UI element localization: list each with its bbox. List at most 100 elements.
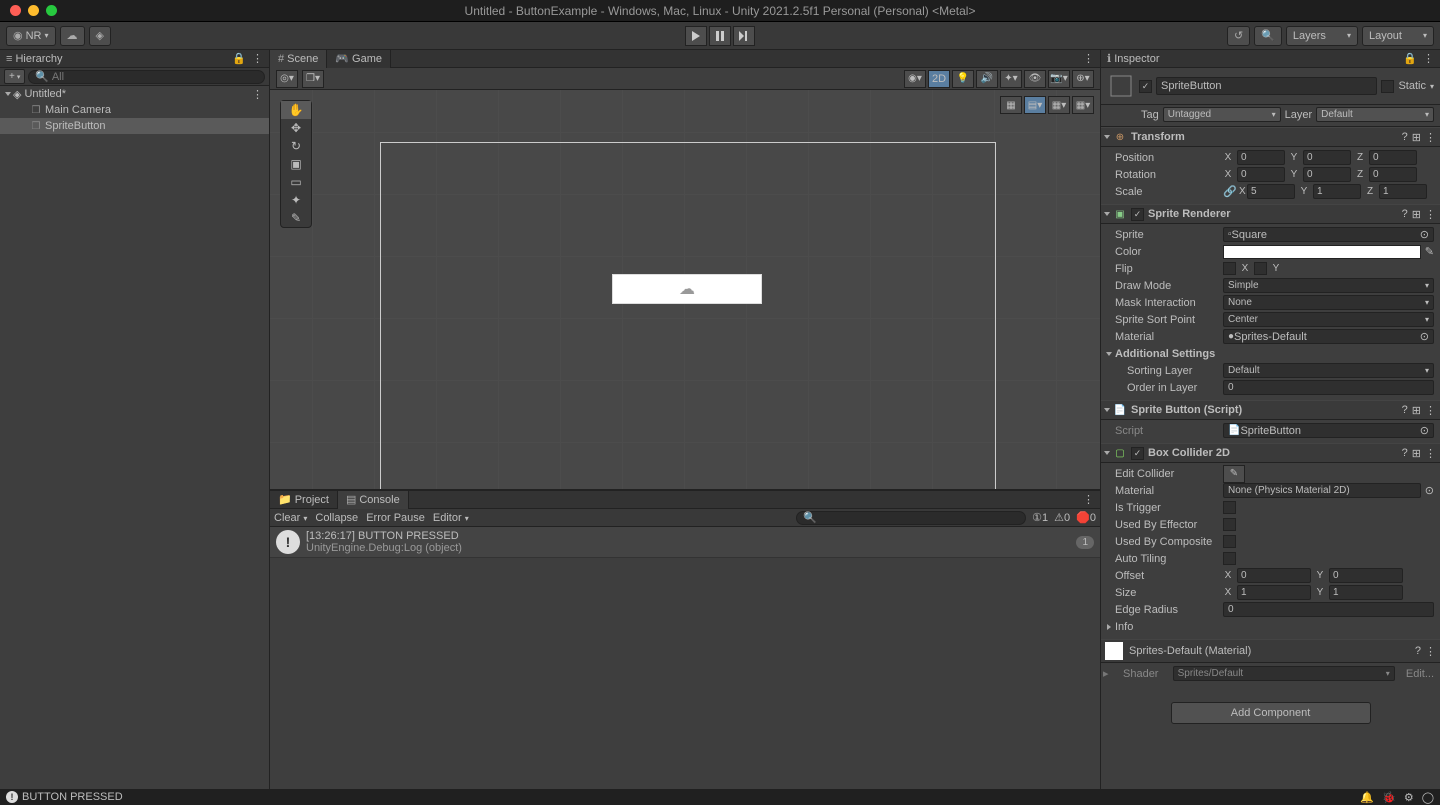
global-search-button[interactable]: 🔍: [1254, 26, 1282, 46]
sprite-in-scene[interactable]: ☁: [612, 274, 762, 304]
editor-dropdown[interactable]: Editor ▾: [433, 512, 469, 524]
eyedropper-icon[interactable]: ✎: [1425, 245, 1434, 258]
scl-x-input[interactable]: 5: [1247, 184, 1295, 199]
scene-view[interactable]: ☁ ✋ ✥ ↻ ▣ ▭ ✦ ✎ ▦ ▤▾ ▦▾ ▦▾: [270, 90, 1100, 489]
pos-y-input[interactable]: 0: [1303, 150, 1351, 165]
error-pause-button[interactable]: Error Pause: [366, 512, 425, 524]
flip-x-checkbox[interactable]: [1223, 262, 1236, 275]
inspector-tab[interactable]: ℹ Inspector 🔒⋮: [1101, 50, 1440, 68]
offset-x-input[interactable]: 0: [1237, 568, 1311, 583]
tab-menu-icon[interactable]: ⋮: [1083, 53, 1094, 65]
pause-button[interactable]: [709, 26, 731, 46]
layer-dropdown[interactable]: Default: [1316, 107, 1434, 122]
hierarchy-item-camera[interactable]: ❒Main Camera: [0, 102, 269, 118]
foldout-icon[interactable]: ▸: [1103, 667, 1109, 680]
rect-tool-button[interactable]: ▭: [281, 173, 311, 191]
size-y-input[interactable]: 1: [1329, 585, 1403, 600]
error-count-button[interactable]: 🛑0: [1076, 511, 1096, 524]
console-search-input[interactable]: 🔍: [796, 511, 1026, 525]
size-x-input[interactable]: 1: [1237, 585, 1311, 600]
rot-z-input[interactable]: 0: [1369, 167, 1417, 182]
move-tool-button[interactable]: ✥: [281, 119, 311, 137]
gameobject-name-input[interactable]: SpriteButton: [1156, 77, 1377, 95]
sortpoint-dropdown[interactable]: Center: [1223, 312, 1434, 327]
hand-tool-button[interactable]: ✋: [281, 101, 311, 119]
status-icon[interactable]: 🔔: [1360, 791, 1374, 804]
active-checkbox[interactable]: ✓: [1139, 80, 1152, 93]
offset-y-input[interactable]: 0: [1329, 568, 1403, 583]
hierarchy-item-spritebutton[interactable]: ❒SpriteButton: [0, 118, 269, 134]
overlay-align-button[interactable]: ▦▾: [1072, 96, 1094, 114]
project-tab[interactable]: 📁Project: [270, 491, 338, 509]
toolbar-pivot-button[interactable]: ◎▾: [276, 70, 298, 88]
component-enable-checkbox[interactable]: ✓: [1131, 208, 1144, 221]
console-tab[interactable]: ▤Console: [338, 491, 409, 509]
composite-checkbox[interactable]: [1223, 535, 1236, 548]
layout-dropdown[interactable]: Layout▾: [1362, 26, 1434, 46]
menu-icon[interactable]: ⋮: [1425, 208, 1436, 221]
help-icon[interactable]: ?: [1402, 404, 1408, 417]
tab-menu-icon[interactable]: ⋮: [1083, 494, 1094, 506]
foldout-icon[interactable]: [1104, 212, 1110, 216]
layers-dropdown[interactable]: Layers▾: [1286, 26, 1358, 46]
add-component-button[interactable]: Add Component: [1171, 702, 1371, 724]
undo-history-button[interactable]: ↺: [1227, 26, 1250, 46]
static-checkbox[interactable]: [1381, 80, 1394, 93]
info-count-button[interactable]: ①1: [1032, 511, 1048, 524]
menu-icon[interactable]: ⋮: [1425, 447, 1436, 460]
pos-x-input[interactable]: 0: [1237, 150, 1285, 165]
scl-y-input[interactable]: 1: [1313, 184, 1361, 199]
overlay-incr-button[interactable]: ▦▾: [1048, 96, 1070, 114]
history-button[interactable]: ◈: [89, 26, 111, 46]
help-icon[interactable]: ?: [1402, 131, 1408, 144]
spriterenderer-header[interactable]: ▣ ✓ Sprite Renderer ?⊞⋮: [1101, 204, 1440, 224]
clear-button[interactable]: Clear ▾: [274, 512, 307, 524]
link-icon[interactable]: 🔗: [1223, 185, 1235, 198]
status-icon[interactable]: ⚙: [1404, 791, 1414, 804]
collapse-button[interactable]: Collapse: [315, 512, 358, 524]
material-header[interactable]: Sprites-Default (Material) ?⋮: [1101, 639, 1440, 663]
istrigger-checkbox[interactable]: [1223, 501, 1236, 514]
overlay-snap-button[interactable]: ▤▾: [1024, 96, 1046, 114]
create-dropdown[interactable]: +▾: [4, 69, 25, 84]
autotiling-checkbox[interactable]: [1223, 552, 1236, 565]
tag-dropdown[interactable]: Untagged: [1163, 107, 1281, 122]
sprite-field[interactable]: ▫Square⊙: [1223, 227, 1434, 242]
rot-y-input[interactable]: 0: [1303, 167, 1351, 182]
effector-checkbox[interactable]: [1223, 518, 1236, 531]
color-field[interactable]: [1223, 245, 1421, 259]
help-icon[interactable]: ?: [1402, 208, 1408, 221]
mode-2d-button[interactable]: 2D: [928, 70, 950, 88]
status-icon[interactable]: 🐞: [1382, 791, 1396, 804]
rotate-tool-button[interactable]: ↻: [281, 137, 311, 155]
foldout-icon[interactable]: [1104, 451, 1110, 455]
shader-dropdown[interactable]: Sprites/Default: [1173, 666, 1395, 681]
rot-x-input[interactable]: 0: [1237, 167, 1285, 182]
preset-icon[interactable]: ⊞: [1412, 404, 1421, 417]
object-picker-icon[interactable]: ⊙: [1420, 228, 1429, 241]
foldout-icon[interactable]: [1107, 624, 1111, 630]
foldout-icon[interactable]: [5, 92, 11, 96]
status-icon[interactable]: ◯: [1422, 791, 1434, 804]
gizmos-button[interactable]: ⊕▾: [1072, 70, 1094, 88]
audio-button[interactable]: 🔊: [976, 70, 998, 88]
hierarchy-tab[interactable]: ≡ Hierarchy 🔒⋮: [0, 50, 269, 68]
play-button[interactable]: [685, 26, 707, 46]
tab-menu-icon[interactable]: ⋮: [252, 52, 263, 65]
preset-icon[interactable]: ⊞: [1412, 208, 1421, 221]
tab-menu-icon[interactable]: ⋮: [1423, 52, 1434, 65]
cloud-button[interactable]: ☁: [60, 26, 85, 46]
drawmode-dropdown[interactable]: Simple: [1223, 278, 1434, 293]
scl-z-input[interactable]: 1: [1379, 184, 1427, 199]
menu-icon[interactable]: ⋮: [1425, 404, 1436, 417]
pos-z-input[interactable]: 0: [1369, 150, 1417, 165]
material-field[interactable]: ●Sprites-Default⊙: [1223, 329, 1434, 344]
edgeradius-input[interactable]: 0: [1223, 602, 1434, 617]
gameobject-icon[interactable]: [1107, 72, 1135, 100]
step-button[interactable]: [733, 26, 755, 46]
transform-header[interactable]: ⊕ Transform ?⊞⋮: [1101, 127, 1440, 147]
foldout-icon[interactable]: [1106, 352, 1112, 356]
preset-icon[interactable]: ⊞: [1412, 447, 1421, 460]
preset-icon[interactable]: ⊞: [1412, 131, 1421, 144]
edit-button[interactable]: Edit...: [1406, 668, 1434, 680]
